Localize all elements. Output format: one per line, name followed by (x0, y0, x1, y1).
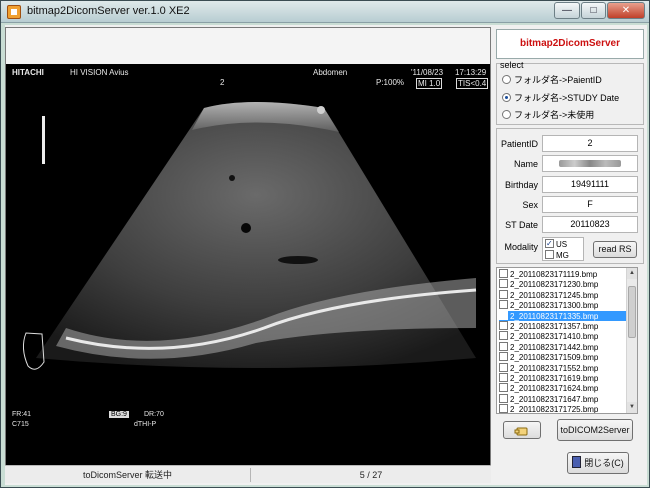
radio-icon (502, 110, 511, 119)
checkbox-icon[interactable] (499, 269, 508, 278)
file-list-item[interactable]: 2_20110823171647.bmp (499, 393, 627, 405)
modality-label: Modality (504, 242, 538, 252)
file-list-item[interactable]: 2_20110823171624.bmp (499, 383, 627, 394)
exam-time: 17:13:29 (455, 68, 487, 77)
scroll-down-icon[interactable]: ▼ (627, 402, 637, 413)
file-list[interactable]: 2_20110823171119.bmp 2_20110823171230.bmp… (496, 267, 638, 414)
exam-date: '11/08/23 (411, 68, 444, 77)
checkbox-icon[interactable] (499, 310, 508, 320)
patient-number: 2 (220, 78, 225, 87)
checkbox-icon[interactable] (499, 289, 508, 299)
client-area: HITACHI HI VISION Avius Abdomen '11/08/2… (5, 25, 647, 485)
mode-readout: dTHI-P (134, 421, 157, 428)
checkbox-icon[interactable] (499, 383, 508, 393)
folder-open-button[interactable] (503, 421, 541, 439)
checkbox-icon (545, 250, 554, 259)
power-readout: P:100% (376, 78, 405, 87)
close-app-button[interactable]: 閉じる(C) (567, 452, 629, 474)
checkbox-checked-icon (545, 238, 554, 249)
patient-id-label: PatientID (500, 139, 538, 149)
st-date-label: ST Date (505, 220, 538, 230)
checkbox-icon[interactable] (499, 341, 508, 351)
exam-label: Abdomen (313, 68, 348, 77)
model-label: HI VISION Avius (70, 68, 129, 77)
file-list-item[interactable]: 2_20110823171300.bmp (499, 300, 627, 311)
name-label: Name (513, 159, 538, 169)
scroll-up-icon[interactable]: ▲ (627, 268, 637, 279)
file-list-item[interactable]: 2_20110823171230.bmp (499, 279, 627, 290)
to-dicom-server-button[interactable]: toDICOM2Server (557, 419, 633, 441)
file-list-scrollbar[interactable]: ▲ ▼ (626, 268, 637, 413)
brand-label: HITACHI (12, 68, 44, 77)
control-panel: bitmap2DicomServer select フォルダ名->PaientI… (494, 25, 647, 485)
file-list-item[interactable]: 2_20110823171335.bmp (499, 310, 627, 322)
file-list-item[interactable]: 2_20110823171410.bmp (499, 331, 627, 342)
redacted-name (559, 160, 621, 168)
modality-mg-checkbox[interactable]: MG (545, 250, 569, 261)
name-field[interactable] (542, 155, 638, 172)
checkbox-icon[interactable] (499, 352, 508, 362)
radio-icon (502, 75, 511, 84)
file-list-item[interactable]: 2_20110823171357.bmp (499, 321, 627, 332)
file-list-item[interactable]: 2_20110823171509.bmp (499, 352, 627, 363)
radio-folder-patientid[interactable]: フォルダ名->PaientID (502, 73, 602, 87)
checkbox-icon[interactable] (499, 393, 508, 403)
select-group-label: select (500, 60, 524, 70)
title-bar[interactable]: bitmap2DicomServer ver.1.0 XE2 — □ ✕ (1, 1, 649, 23)
maximize-button[interactable]: □ (581, 2, 606, 19)
close-window-button[interactable]: ✕ (607, 2, 645, 19)
minimize-button[interactable]: — (554, 2, 580, 19)
checkbox-icon[interactable] (499, 404, 508, 413)
checkbox-icon[interactable] (499, 279, 508, 289)
checkbox-icon[interactable] (499, 362, 508, 372)
file-list-item[interactable]: 2_20110823171245.bmp (499, 289, 627, 301)
patient-id-field[interactable]: 2 (542, 135, 638, 152)
hand-pointer-icon (514, 427, 528, 436)
file-list-item[interactable]: 2_20110823171619.bmp (499, 373, 627, 384)
ultrasound-image-viewer[interactable]: HITACHI HI VISION Avius Abdomen '11/08/2… (5, 27, 491, 466)
dr-readout: DR:70 (144, 411, 164, 418)
checkbox-icon[interactable] (499, 300, 508, 310)
checkbox-icon[interactable] (499, 321, 508, 330)
bg-readout: BG:9 (109, 411, 129, 418)
probe-code: C715 (12, 421, 29, 428)
modality-us-checkbox[interactable]: US (545, 238, 567, 250)
status-page: 5 / 27 (359, 470, 383, 480)
birthday-label: Birthday (504, 180, 538, 190)
read-rs-button[interactable]: read RS (593, 241, 637, 258)
radio-folder-unused[interactable]: フォルダ名->未使用 (502, 108, 594, 122)
file-list-item[interactable]: 2_20110823171725.bmp (499, 404, 627, 413)
status-bar: toDicomServer 転送中 5 / 27 (5, 465, 491, 483)
checkbox-icon[interactable] (499, 331, 508, 341)
file-list-item[interactable]: 2_20110823171552.bmp (499, 362, 627, 374)
window-title: bitmap2DicomServer ver.1.0 XE2 (27, 5, 190, 17)
checkbox-icon[interactable] (499, 373, 508, 382)
ultrasound-image (22, 102, 477, 370)
door-icon (572, 456, 582, 468)
app-window: bitmap2DicomServer ver.1.0 XE2 — □ ✕ HIT… (0, 0, 650, 488)
sex-field[interactable]: F (542, 196, 638, 213)
file-list-item[interactable]: 2_20110823171119.bmp (499, 269, 627, 280)
st-date-field[interactable]: 20110823 (542, 216, 638, 233)
modality-list: US MG (542, 237, 584, 261)
tis-readout: TIS<0.4 (456, 78, 489, 89)
panel-title: bitmap2DicomServer (496, 29, 644, 59)
radio-folder-study-date[interactable]: フォルダ名->STUDY Date (502, 91, 619, 105)
scroll-thumb[interactable] (628, 286, 636, 338)
mi-readout: MI 1.0 (416, 78, 443, 89)
app-icon (7, 5, 21, 19)
frame-rate: FR:41 (12, 411, 32, 418)
file-list-item[interactable]: 2_20110823171442.bmp (499, 341, 627, 353)
radio-checked-icon (502, 93, 511, 102)
sex-label: Sex (522, 200, 538, 210)
status-message: toDicomServer 転送中 (82, 470, 173, 480)
birthday-field[interactable]: 19491111 (542, 176, 638, 193)
